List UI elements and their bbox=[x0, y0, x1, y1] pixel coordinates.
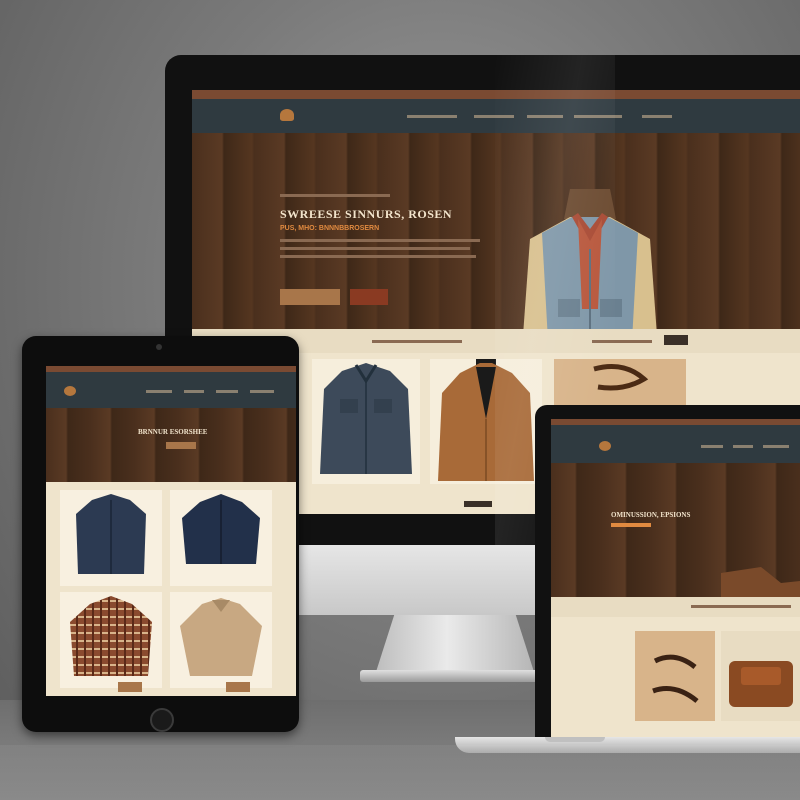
nav-link-3[interactable] bbox=[527, 115, 563, 118]
laptop-website: OMINUSSION, EPSIONS bbox=[551, 419, 800, 737]
shirt-image bbox=[182, 494, 260, 564]
shop-now-button[interactable] bbox=[166, 442, 196, 449]
nav-link-3[interactable] bbox=[763, 445, 789, 448]
product-label bbox=[464, 501, 492, 507]
spurs-image bbox=[652, 654, 699, 703]
boots-image bbox=[721, 567, 800, 597]
leather-bag-image bbox=[729, 661, 793, 707]
category-strip bbox=[551, 597, 800, 617]
laptop-notch bbox=[545, 737, 605, 742]
belt-image bbox=[593, 364, 649, 391]
hero-subtitle: PUS, MHO: BNNNBBROSERN bbox=[280, 225, 380, 232]
camera-icon bbox=[156, 344, 162, 350]
floor-reflection bbox=[0, 745, 800, 800]
strip-label bbox=[592, 340, 652, 343]
product-card-denim-shirt[interactable] bbox=[312, 359, 420, 484]
nav-link-3[interactable] bbox=[216, 390, 238, 393]
product-card-denim-shirt[interactable] bbox=[60, 490, 162, 586]
site-navbar bbox=[192, 99, 800, 133]
utility-bar bbox=[192, 90, 800, 99]
nav-link-4[interactable] bbox=[250, 390, 274, 393]
product-card-leather-jacket[interactable] bbox=[430, 359, 542, 484]
hero-title: OMINUSSION, EPSIONS bbox=[611, 511, 691, 519]
product-card-spurs[interactable] bbox=[635, 631, 715, 721]
hero-banner: SWREESE SINNURS, ROSEN PUS, MHO: BNNNBBR… bbox=[192, 133, 800, 377]
hero-title: BRNNUR ESORSHEE bbox=[138, 428, 208, 436]
hat-logo-icon[interactable] bbox=[599, 441, 611, 451]
strip-button[interactable] bbox=[664, 335, 688, 345]
nav-link-1[interactable] bbox=[407, 115, 457, 118]
hat-logo-icon[interactable] bbox=[64, 386, 76, 396]
site-logo[interactable] bbox=[280, 109, 350, 123]
imac-base bbox=[360, 670, 550, 682]
shirt-image bbox=[76, 494, 146, 574]
hero-text-line bbox=[280, 247, 470, 250]
product-card-plaid-shirt[interactable] bbox=[60, 592, 162, 688]
nav-link-4[interactable] bbox=[574, 115, 622, 118]
denim-shirt-image bbox=[320, 363, 412, 474]
mockup-scene: { "scene": { "description_colors": {"woo… bbox=[0, 0, 800, 800]
hero-title: SWREESE SINNURS, ROSEN bbox=[280, 207, 453, 221]
hero-banner: BRNNUR ESORSHEE bbox=[46, 408, 296, 482]
strip-label bbox=[372, 340, 462, 343]
home-button[interactable] bbox=[150, 708, 174, 732]
nav-link-2[interactable] bbox=[474, 115, 514, 118]
nav-link-2[interactable] bbox=[184, 390, 204, 393]
learn-more-button[interactable] bbox=[350, 289, 388, 305]
plaid-shirt-image bbox=[70, 596, 152, 676]
nav-link-1[interactable] bbox=[701, 445, 723, 448]
product-card-sweater[interactable] bbox=[170, 592, 272, 688]
hat-logo-icon bbox=[280, 109, 294, 121]
nav-link-2[interactable] bbox=[733, 445, 753, 448]
add-to-cart-button[interactable] bbox=[118, 682, 142, 692]
add-to-cart-button[interactable] bbox=[226, 682, 250, 692]
sweater-image bbox=[180, 598, 262, 676]
nav-link-5[interactable] bbox=[642, 115, 672, 118]
site-navbar bbox=[46, 372, 296, 408]
hero-text-line bbox=[280, 255, 476, 258]
site-navbar bbox=[551, 425, 800, 463]
product-card-navy-shirt[interactable] bbox=[170, 490, 272, 586]
tablet-website: BRNNUR ESORSHEE bbox=[46, 366, 296, 696]
imac-stand bbox=[375, 615, 535, 675]
leather-jacket-image bbox=[438, 359, 534, 481]
nav-link-1[interactable] bbox=[146, 390, 172, 393]
hero-text-line bbox=[280, 239, 480, 242]
laptop-device: OMINUSSION, EPSIONS bbox=[535, 405, 800, 737]
hero-banner: OMINUSSION, EPSIONS bbox=[551, 463, 800, 597]
hero-subtitle bbox=[611, 523, 651, 527]
strip-label bbox=[691, 605, 791, 608]
hero-pretitle bbox=[280, 194, 390, 197]
shop-now-button[interactable] bbox=[280, 289, 340, 305]
product-card-leather-bag[interactable] bbox=[721, 631, 800, 721]
tablet-device: BRNNUR ESORSHEE bbox=[22, 336, 299, 732]
